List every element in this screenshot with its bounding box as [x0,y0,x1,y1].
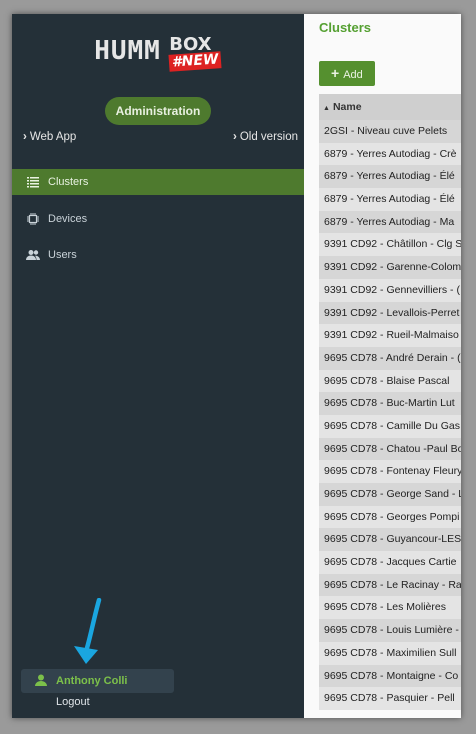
chevron-right-icon: › [23,131,27,143]
sidebar-item-users[interactable]: Users [12,242,304,268]
table-row[interactable]: 6879 - Yerres Autodiag - Élé [319,188,461,211]
table-row[interactable]: 9391 CD92 - Châtillon - Clg S [319,233,461,257]
sidebar: HUMM BOX #NEW Administration › Web App › O… [12,14,304,718]
table-row[interactable]: 9391 CD92 - Rueil-Malmaiso [319,324,461,347]
table-row[interactable]: 9391 CD92 - Gennevilliers - ( [319,278,461,302]
table-row[interactable]: 9695 CD78 - Buc-Martin Lut [319,392,461,415]
table-row[interactable]: 9391 CD92 - Levallois-Perret [319,301,461,325]
logo-side: BOX #NEW [168,34,223,72]
table-row[interactable]: 9695 CD78 - Chatou -Paul Bo [319,437,461,461]
name-column-header[interactable]: ▲ Name [319,94,461,120]
logout-link[interactable]: Logout [56,696,90,708]
table-row[interactable]: 9695 CD78 - Les Molières [319,596,461,620]
table-body: 2GSI - Niveau cuve Pelets 6879 - Yerres A… [319,120,461,710]
sidebar-item-clusters[interactable]: Clusters [12,169,304,195]
old-version-link[interactable]: › Old version [233,131,298,143]
chip-icon [25,206,41,232]
sidebar-nav: Clusters Devices Users [12,169,304,279]
table-row[interactable]: 9695 CD78 - Maximilien Sull [319,641,461,665]
table-row[interactable]: 9695 CD78 - Guyancour-LES [319,528,461,552]
table-row[interactable]: 9695 CD78 - André Derain - ( [319,346,461,370]
table-row[interactable]: 2GSI - Niveau cuve Pelets [319,120,461,143]
sort-ascending-icon: ▲ [323,105,330,112]
logo-suffix: BOX [169,34,212,55]
web-app-link[interactable]: › Web App [23,131,76,143]
table-row[interactable]: 9695 CD78 - George Sand - L [319,483,461,506]
add-label: Add [343,69,363,81]
administration-button[interactable]: Administration [105,97,211,125]
table-row[interactable]: 9695 CD78 - Blaise Pascal [319,369,461,393]
sidebar-item-label: Clusters [48,176,89,188]
user-name: Anthony Colli [56,675,128,687]
column-label: Name [332,101,362,113]
table-row[interactable]: 9695 CD78 - Fontenay Fleury [319,460,461,483]
chevron-right-icon: › [233,131,237,143]
old-version-label: Old version [239,131,299,143]
table-row[interactable]: 9695 CD78 - Montaigne - Co [319,664,461,688]
list-icon [25,169,41,195]
web-app-label: Web App [29,131,77,143]
table-row[interactable]: 9695 CD78 - Georges Pompi [319,505,461,529]
table-row[interactable]: 9695 CD78 - Pasquier - Pell [319,687,461,710]
user-icon [35,674,47,686]
table-row[interactable]: 9695 CD78 - Jacques Cartie [319,551,461,574]
add-cluster-button[interactable]: + Add [319,61,375,86]
users-icon [25,242,41,268]
user-menu[interactable]: Anthony Colli [21,669,174,693]
page-title: Clusters [319,20,372,35]
app-window: HUMM BOX #NEW Administration › Web App › O… [12,14,461,718]
table-row[interactable]: 6879 - Yerres Autodiag - Élé [319,165,461,189]
pointer-arrow-icon [74,598,102,664]
main-panel: Clusters + Add ▲ Name 2GSI - Niveau cuve P… [304,14,461,718]
plus-icon: + [331,65,340,81]
logo-new-badge: #NEW [168,51,223,72]
sidebar-item-devices[interactable]: Devices [12,206,304,232]
clusters-table: ▲ Name 2GSI - Niveau cuve Pelets 6879 - Ye… [319,94,461,710]
sidebar-item-label: Users [48,249,77,261]
table-row[interactable]: 6879 - Yerres Autodiag - Ma [319,210,461,234]
table-row[interactable]: 9391 CD92 - Garenne-Colom [319,256,461,279]
table-row[interactable]: 9695 CD78 - Le Racinay - Ra [319,573,461,597]
humm-box-logo: HUMM BOX #NEW [12,36,304,80]
sidebar-item-label: Devices [48,212,88,225]
logo-text: HUMM [94,36,161,66]
table-row[interactable]: 9695 CD78 - Louis Lumière - [319,619,461,642]
table-row[interactable]: 6879 - Yerres Autodiag - Crè [319,142,461,166]
table-row[interactable]: 9695 CD78 - Camille Du Gas [319,414,461,438]
